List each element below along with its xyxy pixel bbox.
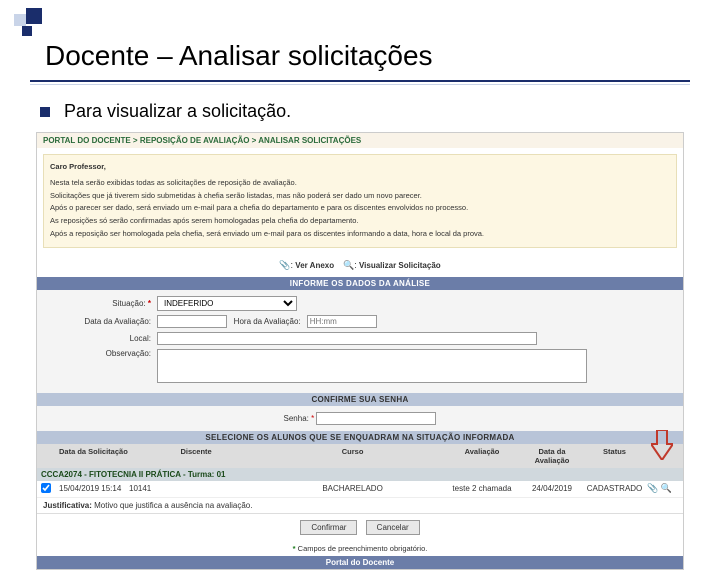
slide-title: Docente – Analisar solicitações <box>45 40 690 72</box>
confirmar-button[interactable]: Confirmar <box>300 520 357 535</box>
input-senha[interactable] <box>316 412 436 425</box>
info-line: As reposições só serão confirmadas após … <box>50 215 670 228</box>
table-header-row: Data da Solicitação Discente Curso Avali… <box>37 444 683 468</box>
section-header-alunos: SELECIONE OS ALUNOS QUE SE ENQUADRAM NA … <box>37 431 683 444</box>
label-senha: Senha: <box>284 414 309 423</box>
legend-visualizar: Visualizar Solicitação <box>359 261 441 270</box>
info-line: Nesta tela serão exibidas todas as solic… <box>50 177 670 190</box>
button-row: Confirmar Cancelar <box>37 514 683 541</box>
th-data-solicitacao: Data da Solicitação <box>59 447 129 465</box>
cell-avaliacao: teste 2 chamada <box>442 484 522 493</box>
section-header-analise: INFORME OS DADOS DA ANÁLISE <box>37 277 683 290</box>
justificativa-row: Justificativa: Motivo que justifica a au… <box>37 498 683 514</box>
magnifier-icon: 🔍: <box>343 260 357 270</box>
legend-row: 📎: Ver Anexo 🔍: Visualizar Solicitação <box>37 254 683 277</box>
required-note: * Campos de preenchimento obrigatório. <box>37 541 683 556</box>
row-anexo-icon[interactable]: 📎 <box>647 483 658 493</box>
th-discente: Discente <box>129 447 263 465</box>
label-hora-avaliacao: Hora da Avaliação: <box>234 317 307 326</box>
bullet-row: Para visualizar a solicitação. <box>40 101 690 122</box>
info-line: Após a reposição ser homologada pela che… <box>50 228 670 241</box>
bullet-text: Para visualizar a solicitação. <box>64 101 291 122</box>
label-situacao: Situação: * <box>47 299 157 308</box>
input-data-avaliacao[interactable] <box>157 315 227 328</box>
breadcrumb: PORTAL DO DOCENTE > REPOSIÇÃO DE AVALIAÇ… <box>37 133 683 148</box>
justificativa-label: Justificativa: <box>43 501 92 510</box>
input-hora-avaliacao[interactable] <box>307 315 377 328</box>
th-data-avaliacao: Data da Avaliação <box>522 447 582 465</box>
cell-status: CADASTRADO <box>582 484 647 493</box>
section-header-senha: CONFIRME SUA SENHA <box>37 393 683 406</box>
form-senha: Senha: * <box>37 406 683 431</box>
select-situacao[interactable]: INDEFERIDO <box>157 296 297 311</box>
footer-bar: Portal do Docente <box>37 556 683 569</box>
info-line: Solicitações que já tiverem sido submeti… <box>50 190 670 203</box>
paperclip-icon: 📎: <box>279 260 293 270</box>
cell-data-avaliacao: 24/04/2019 <box>522 484 582 493</box>
cancelar-button[interactable]: Cancelar <box>366 520 420 535</box>
course-group-row: CCCA2074 - FITOTECNIA II PRÁTICA - Turma… <box>37 468 683 481</box>
form-analise: Situação: * INDEFERIDO Data da Avaliação… <box>37 290 683 393</box>
cell-data: 15/04/2019 15:14 <box>59 484 129 493</box>
label-data-avaliacao: Data da Avaliação: <box>47 317 157 326</box>
label-observacao: Observação: <box>47 349 157 358</box>
bullet-square-icon <box>40 107 50 117</box>
instructions-box: Caro Professor, Nesta tela serão exibida… <box>43 154 677 248</box>
greeting: Caro Professor, <box>50 161 670 174</box>
app-panel: PORTAL DO DOCENTE > REPOSIÇÃO DE AVALIAÇ… <box>36 132 684 570</box>
cell-curso: BACHARELADO <box>263 484 442 493</box>
info-line: Após o parecer ser dado, será enviado um… <box>50 202 670 215</box>
th-status: Status <box>582 447 647 465</box>
cell-discente: 10141 <box>129 484 263 493</box>
callout-arrow-icon <box>651 430 673 462</box>
row-checkbox[interactable] <box>41 483 51 493</box>
table-row: 15/04/2019 15:14 10141 BACHARELADO teste… <box>37 481 683 498</box>
th-avaliacao: Avaliação <box>442 447 522 465</box>
textarea-observacao[interactable] <box>157 349 587 383</box>
title-underline-light <box>30 84 690 85</box>
label-local: Local: <box>47 334 157 343</box>
corner-decoration <box>8 8 58 43</box>
th-curso: Curso <box>263 447 442 465</box>
row-visualizar-icon[interactable]: 🔍 <box>660 483 671 493</box>
input-local[interactable] <box>157 332 537 345</box>
legend-anexo: Ver Anexo <box>295 261 334 270</box>
title-underline <box>30 80 690 82</box>
justificativa-text: Motivo que justifica a ausência na avali… <box>92 501 253 510</box>
